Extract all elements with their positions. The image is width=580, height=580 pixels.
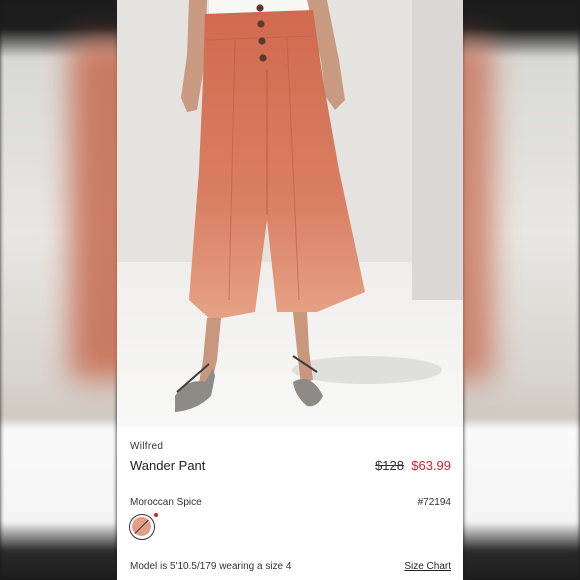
low-stock-dot-icon [154, 513, 158, 517]
blurred-background-right [463, 0, 580, 580]
size-chart-link[interactable]: Size Chart [404, 561, 451, 572]
color-swatch-moroccan-spice[interactable] [129, 513, 158, 540]
original-price: $128 [375, 458, 404, 473]
product-name: Wander Pant [130, 458, 206, 473]
brand-name[interactable]: Wilfred [130, 441, 163, 452]
selected-color-name: Moroccan Spice [130, 497, 202, 508]
model-size-note: Model is 5'10.5/179 wearing a size 4 [130, 561, 292, 572]
product-card: Wilfred Wander Pant $128 $63.99 Moroccan… [117, 0, 463, 580]
product-photo-illustration [117, 0, 463, 427]
product-photo[interactable] [117, 0, 463, 427]
product-info: Wilfred Wander Pant $128 $63.99 Moroccan… [117, 427, 463, 580]
style-number: #72194 [417, 497, 451, 508]
unavailable-slash-icon [132, 517, 151, 536]
sale-price: $63.99 [411, 458, 451, 473]
blurred-background-left [0, 0, 117, 580]
